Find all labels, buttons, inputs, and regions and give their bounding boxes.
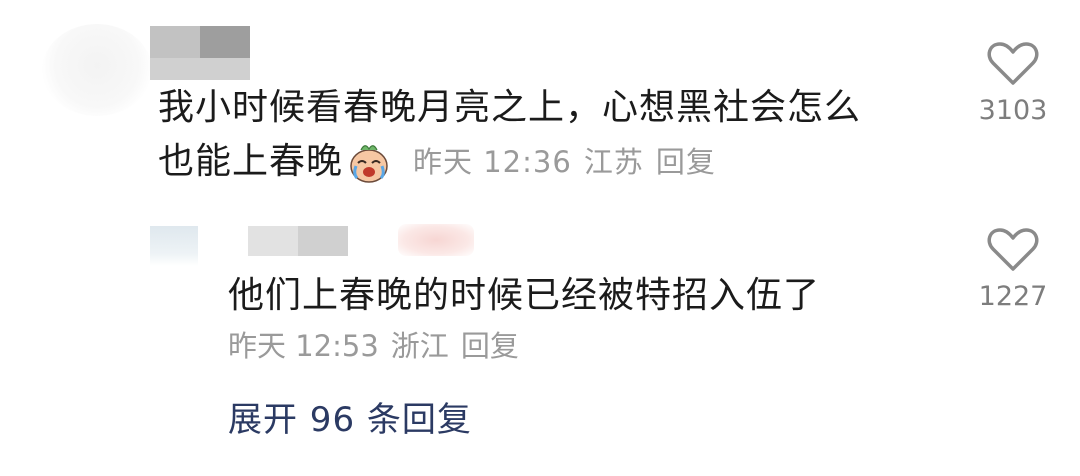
comment-text-line-2: 也能上春晚 bbox=[158, 141, 344, 182]
reply-like-count: 1227 bbox=[978, 281, 1048, 312]
crying-laughing-emoji-icon bbox=[350, 145, 388, 183]
reply-text: 他们上春晚的时候已经被特招入伍了 bbox=[228, 275, 821, 316]
username-blurred[interactable] bbox=[200, 26, 250, 58]
expand-replies-link[interactable]: 展开 96 条回复 bbox=[228, 398, 472, 442]
reply-time: 昨天 12:53 bbox=[228, 329, 379, 363]
comment-meta: 昨天 12:36 江苏 回复 bbox=[413, 142, 716, 182]
username-blurred[interactable] bbox=[150, 26, 200, 58]
comment-time: 昨天 12:36 bbox=[413, 145, 572, 179]
avatar[interactable] bbox=[42, 24, 152, 116]
comment-text-line-1: 我小时候看春晚月亮之上，心想黑社会怎么 bbox=[158, 87, 862, 128]
reply-reply-button[interactable]: 回复 bbox=[461, 326, 519, 366]
reply-meta: 昨天 12:53 浙江 回复 bbox=[228, 326, 519, 366]
heart-icon[interactable] bbox=[987, 40, 1039, 86]
reply-username-blurred[interactable] bbox=[248, 226, 298, 256]
reply-like-group: 1227 bbox=[968, 226, 1058, 314]
heart-icon[interactable] bbox=[987, 226, 1039, 272]
comment-reply-button[interactable]: 回复 bbox=[656, 142, 716, 182]
comment-text-line-2-row: 也能上春晚 昨天 12:36 江苏 回复 bbox=[158, 136, 716, 188]
comment-like-count: 3103 bbox=[978, 95, 1048, 126]
reply-username-blurred[interactable] bbox=[298, 226, 348, 256]
reply-location: 浙江 bbox=[390, 329, 449, 363]
reply-avatar[interactable] bbox=[150, 226, 198, 266]
username-blurred bbox=[150, 58, 250, 80]
comment-like-group: 3103 bbox=[968, 40, 1058, 128]
reply-badge-blurred bbox=[398, 224, 474, 256]
comment-location: 江苏 bbox=[583, 145, 644, 179]
